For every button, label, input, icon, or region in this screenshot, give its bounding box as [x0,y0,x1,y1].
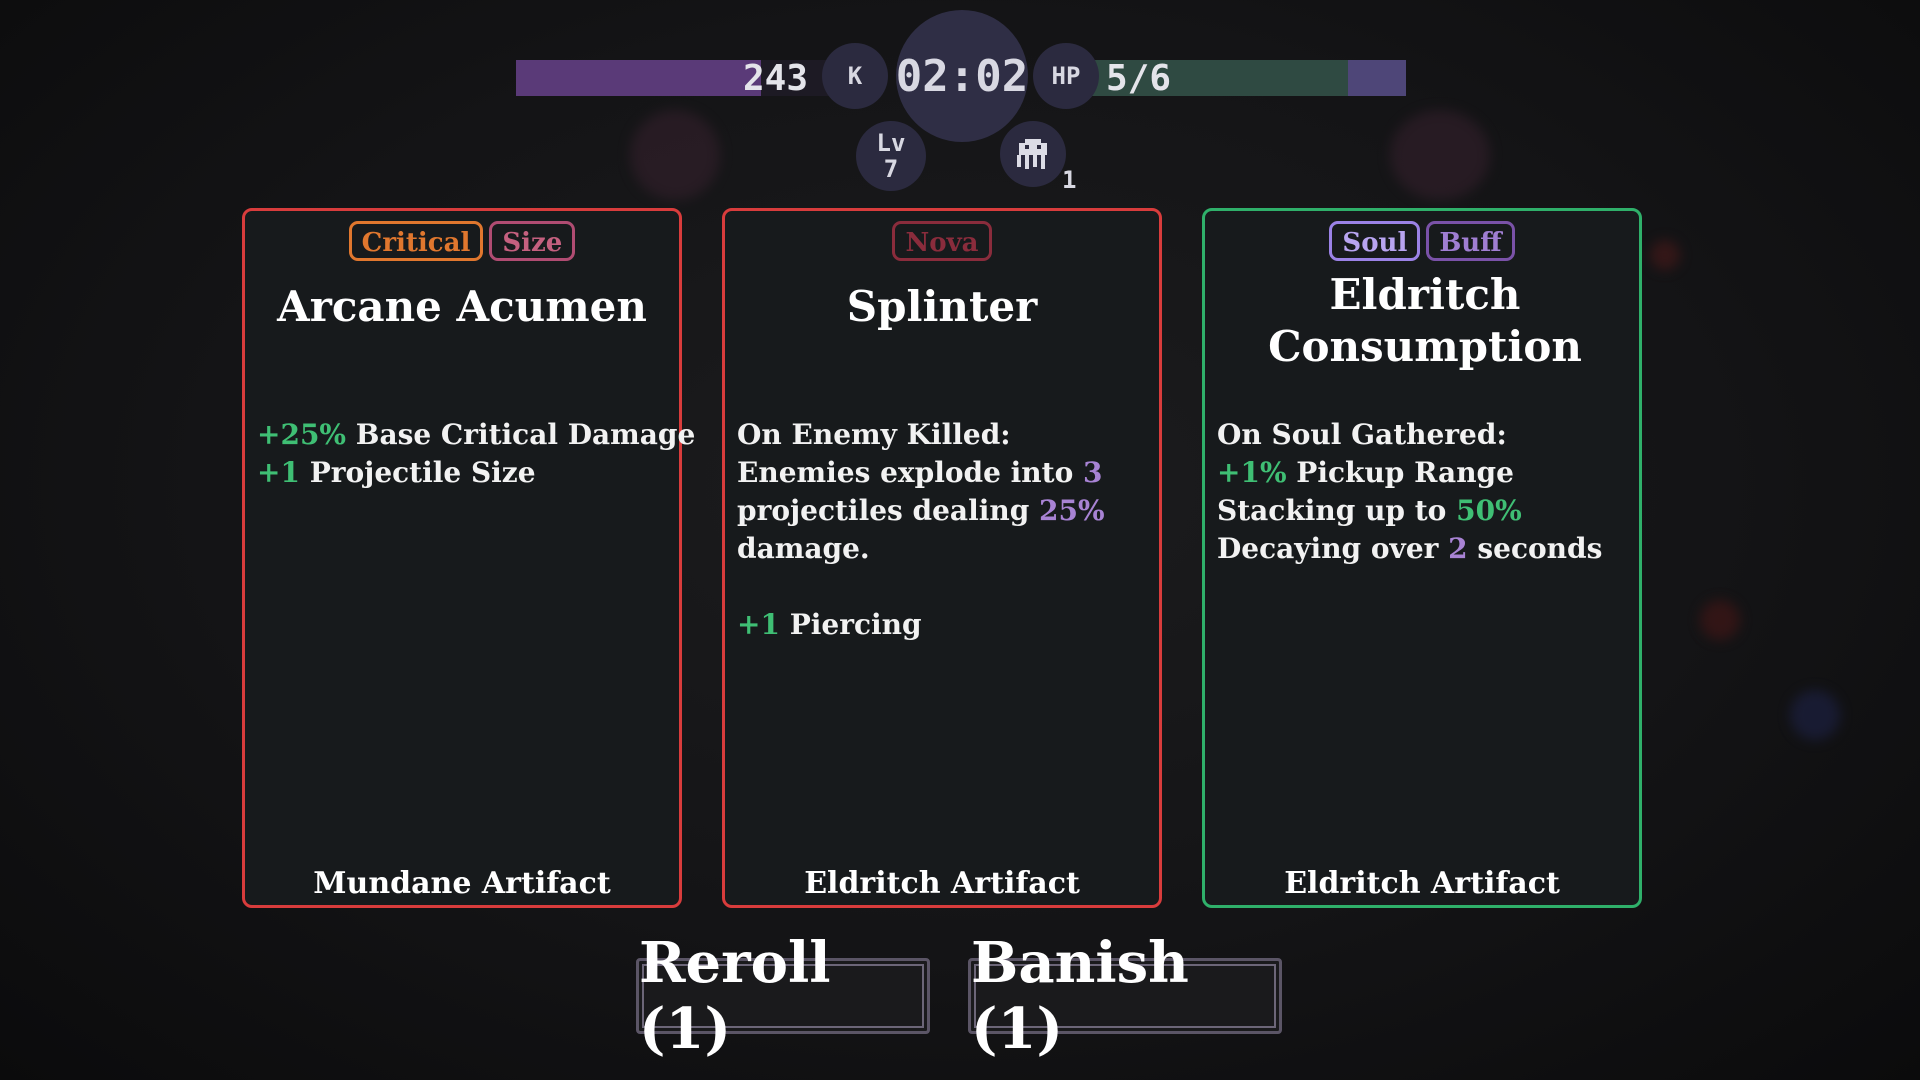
description-line: damage. [737,530,1151,568]
card-title: Splinter [846,282,1038,331]
upgrade-card-arcane-acumen[interactable]: Critical Size Arcane Acumen +25% Base Cr… [242,208,695,908]
stat-value: 25% [1039,494,1105,527]
background-enemy-blob [630,110,720,200]
description-line: +1% Pickup Range [1217,454,1631,492]
level-value: 7 [883,155,899,183]
level-badge: Lv 7 [856,121,926,191]
description-text: Projectile Size [299,456,536,489]
hp-value: 5/6 [1106,58,1172,99]
xp-value: 243 [742,58,808,99]
description-text: Decaying over [1217,532,1449,565]
description-text: On Enemy Killed: [737,418,1011,451]
hp-bar-fill [1060,60,1349,96]
card-title: Eldritch Consumption [1268,270,1582,371]
hp-bar: 5/6 [1060,58,1406,99]
tag-critical: Critical [348,221,484,261]
upgrade-card-eldritch-consumption[interactable]: Soul Buff Eldritch Consumption On Soul G… [1202,208,1642,908]
description-line: On Enemy Killed: [737,416,1151,454]
description-text: Enemies explode into [737,456,1083,489]
background-enemy-blob [1790,690,1840,740]
xp-bar-fill [516,60,761,96]
description-text: Stacking up to [1217,494,1457,527]
description-text: seconds [1467,532,1603,565]
description-line: projectiles dealing 25% [737,492,1151,530]
background-enemy-blob [1650,240,1680,270]
stat-value: 2 [1448,532,1468,565]
card-description: On Soul Gathered: +1% Pickup Range Stackin… [1217,416,1631,568]
description-text: projectiles dealing [737,494,1040,527]
description-gap [737,568,1151,606]
stat-value: +1 [257,456,300,489]
item-count: 1 [1062,166,1077,194]
hp-badge: HP [1033,43,1099,109]
card-tags: Critical Size [245,221,679,261]
card-rarity: Eldritch Artifact [1284,866,1560,901]
reroll-button[interactable]: Reroll (1) [636,930,930,1062]
stat-value: +25% [257,418,347,451]
card-rarity: Eldritch Artifact [804,866,1080,901]
stat-value: +1% [1217,456,1287,489]
description-line: +1 Piercing [737,606,1151,644]
description-text: On Soul Gathered: [1217,418,1507,451]
description-line: On Soul Gathered: [1217,416,1631,454]
description-line: Decaying over 2 seconds [1217,530,1631,568]
tag-nova: Nova [892,221,992,261]
item-slot [1000,121,1066,187]
stat-value: +1 [737,608,780,641]
tag-buff: Buff [1426,221,1515,261]
description-line: +25% Base Critical Damage [257,416,695,454]
stat-value: 3 [1083,456,1103,489]
description-text: Base Critical Damage [346,418,696,451]
stat-value: 50% [1456,494,1522,527]
tag-soul: Soul [1329,221,1421,261]
banish-button[interactable]: Banish (1) [968,930,1282,1062]
upgrade-card-splinter[interactable]: Nova Splinter On Enemy Killed: Enemies ex… [722,208,1162,908]
description-line: Stacking up to 50% [1217,492,1631,530]
hp-bar-missing [1348,60,1406,96]
kill-counter-badge: K [822,43,888,109]
card-description: On Enemy Killed: Enemies explode into 3 pr… [737,416,1151,644]
card-tags: Nova [725,221,1159,261]
card-tags: Soul Buff [1205,221,1639,261]
description-line: +1 Projectile Size [257,454,671,492]
card-rarity: Mundane Artifact [313,866,611,901]
run-timer: 02:02 [896,10,1028,142]
background-enemy-blob [1390,110,1490,200]
card-description: +25% Base Critical Damage +1 Projectile S… [257,416,695,492]
level-label: Lv [876,129,906,157]
tag-size: Size [489,221,576,261]
description-text: damage. [737,532,870,565]
card-title: Arcane Acumen [277,282,647,331]
description-text: Piercing [779,608,922,641]
description-text: Pickup Range [1286,456,1514,489]
xp-bar: 243 [516,58,830,99]
background-enemy-blob [1700,600,1740,640]
description-line: Enemies explode into 3 [737,454,1151,492]
ghost-creature-icon [1017,139,1047,169]
